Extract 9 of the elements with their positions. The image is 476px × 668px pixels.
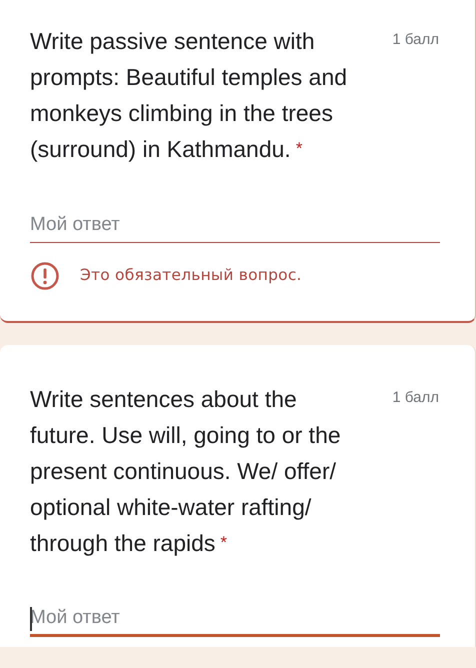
answer-field[interactable]: Мой ответ xyxy=(30,207,440,243)
alert-icon xyxy=(30,261,60,291)
points-label: 1 балл xyxy=(392,30,439,50)
question-title: Write passive sentence with prompts: Beautiful temples and monkeys climbing in the trees (surround) in Kathmandu. * xyxy=(30,27,348,164)
points-label: 1 балл xyxy=(392,388,439,408)
error-message: Это обязательный вопрос. xyxy=(80,265,302,286)
text-cursor xyxy=(30,607,32,631)
question-title: Write sentences about the future. Use will, going to or the present continuous. We/ offer/ optional white-water rafting/ through the rapids * xyxy=(30,385,342,558)
answer-field[interactable]: Мой ответ xyxy=(30,601,440,637)
